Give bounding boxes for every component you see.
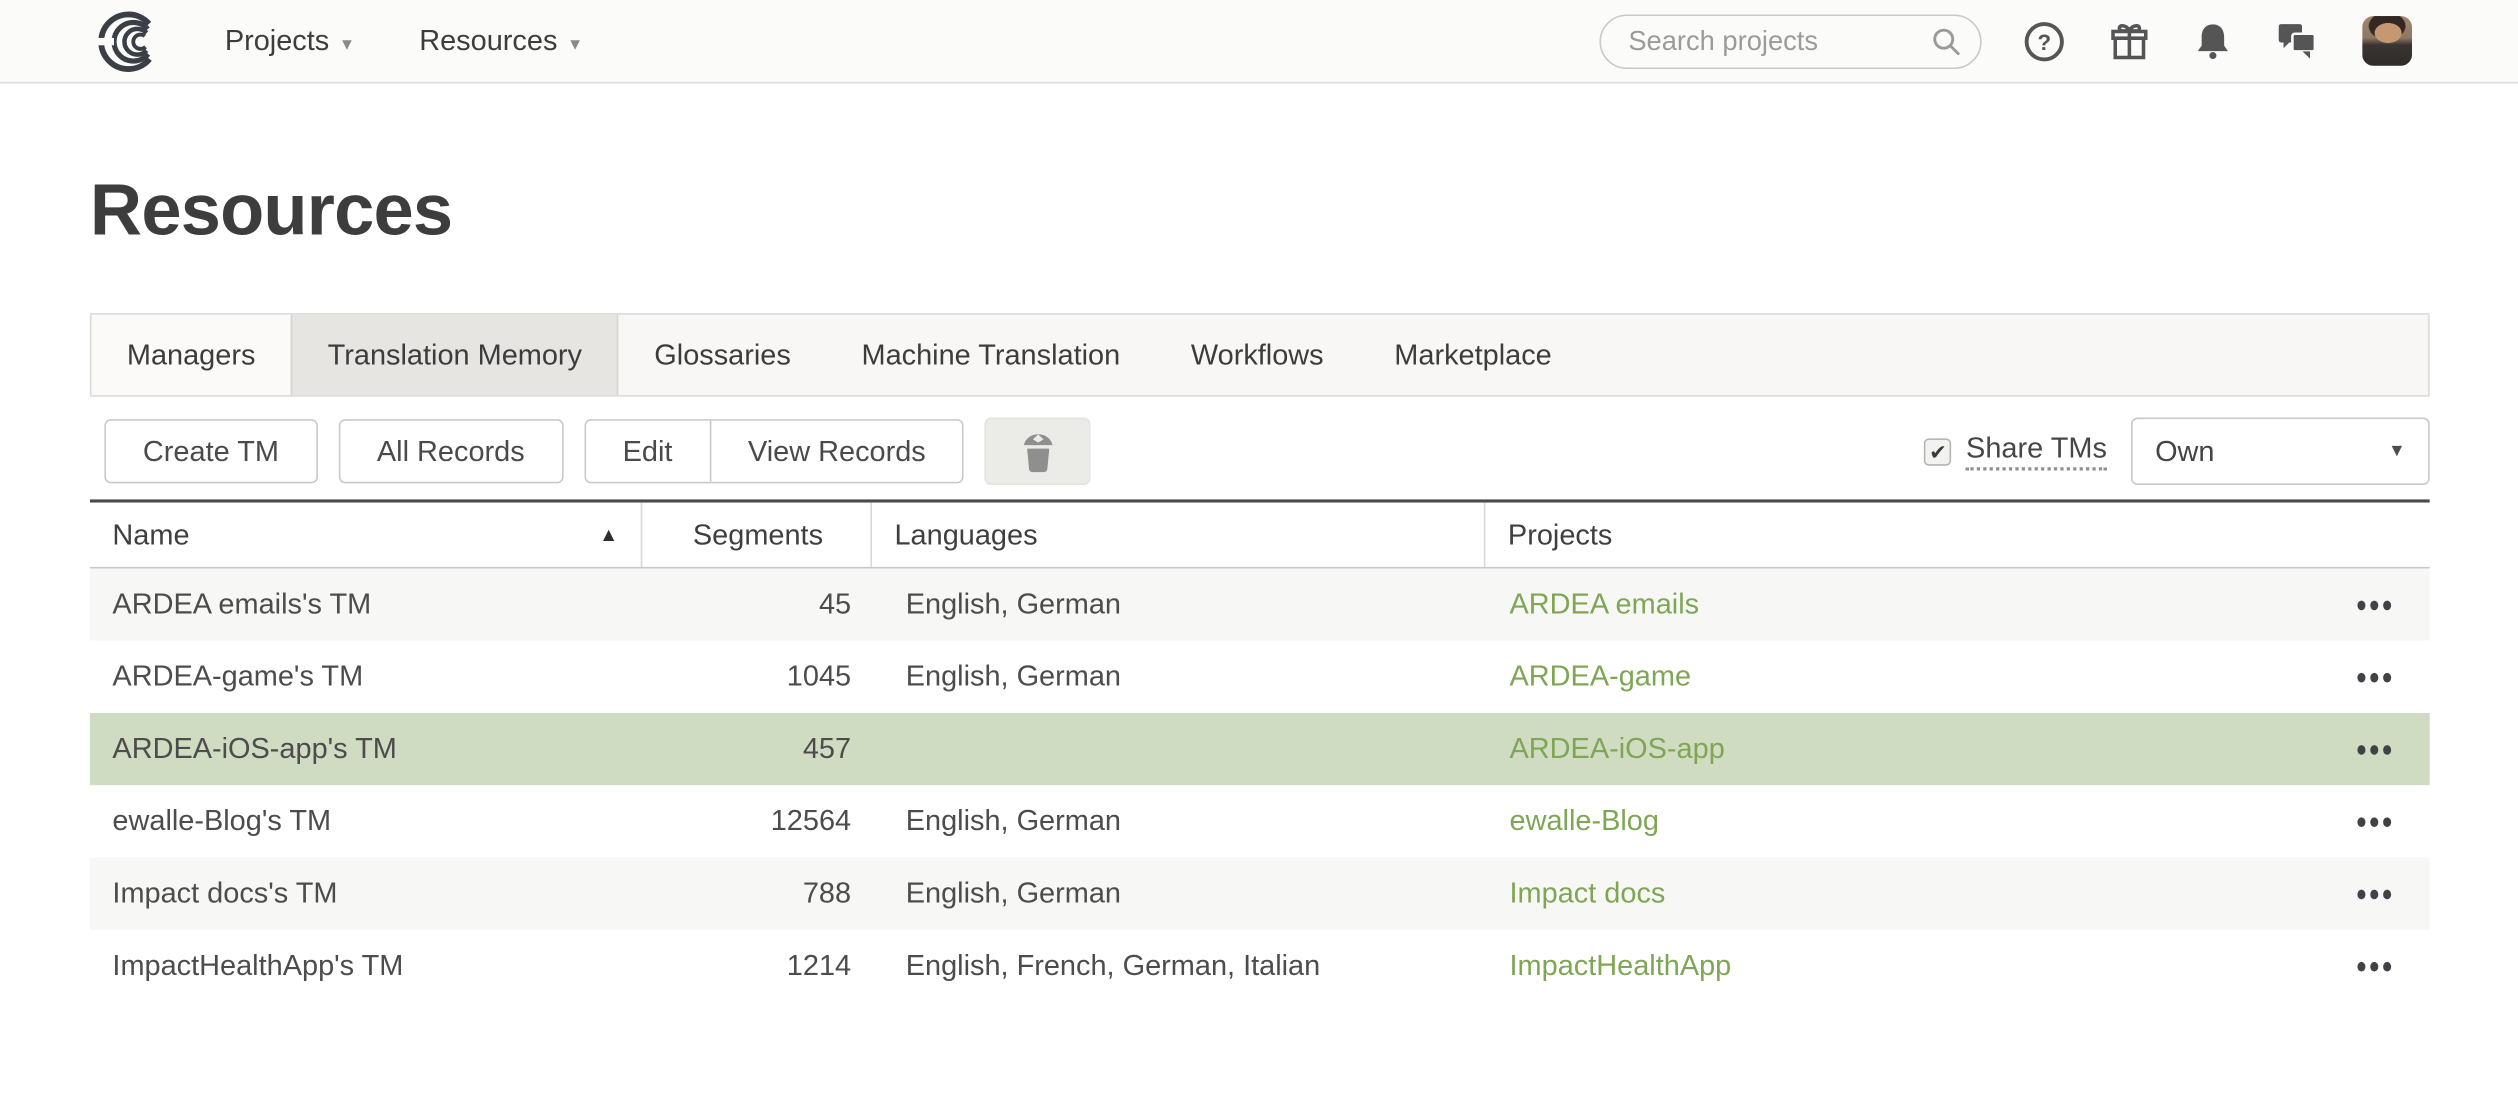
share-tms-checkbox[interactable]: [1924, 438, 1951, 465]
table-header: Name ▲ Segments Languages Projects: [90, 503, 2430, 569]
page-title: Resources: [90, 167, 2430, 252]
project-link[interactable]: ImpactHealthApp: [1510, 949, 1732, 983]
column-header-languages[interactable]: Languages: [870, 503, 1483, 567]
all-records-button[interactable]: All Records: [338, 419, 563, 483]
nav-menu-projects-label: Projects: [225, 24, 329, 58]
tm-toolbar: Create TM All Records Edit View Records …: [90, 418, 2430, 485]
project-link[interactable]: ARDEA-iOS-app: [1510, 732, 1725, 766]
tm-table: Name ▲ Segments Languages Projects ARDEA…: [90, 500, 2430, 1003]
toolbar-right: Share TMs Own ▼: [1924, 418, 2429, 485]
row-actions-button[interactable]: [2357, 735, 2391, 764]
column-header-projects[interactable]: Projects: [1484, 503, 2430, 567]
tm-segments: 1045: [641, 641, 871, 713]
user-avatar[interactable]: [2362, 16, 2412, 66]
nav-menu-projects[interactable]: Projects ▾: [225, 24, 352, 58]
tm-languages: English, German: [870, 569, 1483, 641]
tab-translation-memory[interactable]: Translation Memory: [291, 315, 619, 395]
top-nav: Projects ▾ Resources ▾ ?: [0, 0, 2518, 84]
edit-button[interactable]: Edit: [586, 421, 710, 482]
nav-menu-resources[interactable]: Resources ▾: [419, 24, 580, 58]
gift-icon[interactable]: [2109, 20, 2151, 62]
page: Projects ▾ Resources ▾ ?: [0, 0, 2518, 1105]
project-link[interactable]: ARDEA emails: [1510, 588, 1700, 622]
chevron-down-icon: ▾: [570, 30, 580, 52]
column-header-segments[interactable]: Segments: [641, 503, 871, 567]
row-actions-button[interactable]: [2357, 952, 2391, 981]
table-row-selected[interactable]: ARDEA-iOS-app's TM 457 ARDEA-iOS-app: [90, 713, 2430, 785]
tm-name: Impact docs's TM: [90, 858, 641, 930]
row-actions-button[interactable]: [2357, 663, 2391, 692]
tm-segments: 788: [641, 858, 871, 930]
project-link[interactable]: ewalle-Blog: [1510, 805, 1659, 839]
tm-languages: English, German: [870, 858, 1483, 930]
tab-marketplace[interactable]: Marketplace: [1359, 315, 1587, 395]
tab-machine-translation[interactable]: Machine Translation: [826, 315, 1155, 395]
column-header-name[interactable]: Name ▲: [90, 503, 641, 567]
search-icon: [1930, 25, 1962, 57]
row-actions-button[interactable]: [2357, 807, 2391, 836]
edit-view-button-group: Edit View Records: [584, 419, 964, 483]
table-row[interactable]: Impact docs's TM 788 English, German Imp…: [90, 858, 2430, 930]
tab-managers[interactable]: Managers: [92, 315, 291, 395]
tm-languages: [870, 713, 1483, 785]
table-row[interactable]: ImpactHealthApp's TM 1214 English, Frenc…: [90, 930, 2430, 1002]
tab-workflows[interactable]: Workflows: [1156, 315, 1359, 395]
messages-icon[interactable]: [2276, 21, 2319, 61]
help-icon[interactable]: ?: [2023, 20, 2065, 62]
chevron-down-icon: ▾: [342, 30, 352, 52]
create-tm-button[interactable]: Create TM: [104, 419, 317, 483]
row-actions-button[interactable]: [2357, 590, 2391, 619]
nav-menu-resources-label: Resources: [419, 24, 557, 58]
tab-glossaries[interactable]: Glossaries: [619, 315, 826, 395]
table-row[interactable]: ewalle-Blog's TM 12564 English, German e…: [90, 785, 2430, 857]
table-body: ARDEA emails's TM 45 English, German ARD…: [90, 569, 2430, 1003]
tm-segments: 1214: [641, 930, 871, 1002]
tm-languages: English, German: [870, 785, 1483, 857]
row-actions-button[interactable]: [2357, 879, 2391, 908]
notifications-bell-icon[interactable]: [2194, 20, 2233, 62]
main-content: Resources Managers Translation Memory Gl…: [0, 167, 2518, 1002]
sort-ascending-icon: ▲: [599, 524, 621, 546]
table-row[interactable]: ARDEA-game's TM 1045 English, German ARD…: [90, 641, 2430, 713]
tm-segments: 45: [641, 569, 871, 641]
resource-tabs: Managers Translation Memory Glossaries M…: [90, 313, 2430, 397]
project-link[interactable]: Impact docs: [1510, 877, 1666, 911]
delete-tm-button[interactable]: [985, 418, 1091, 485]
search-box: [1599, 14, 1981, 69]
app-logo-icon[interactable]: [93, 7, 167, 74]
search-input[interactable]: [1599, 14, 1981, 69]
tm-name: ARDEA emails's TM: [90, 569, 641, 641]
tm-name: ewalle-Blog's TM: [90, 785, 641, 857]
view-records-button[interactable]: View Records: [709, 421, 962, 482]
svg-text:?: ?: [2037, 29, 2051, 54]
project-link[interactable]: ARDEA-game: [1510, 660, 1692, 694]
tm-name: ARDEA-iOS-app's TM: [90, 713, 641, 785]
tm-languages: English, German: [870, 641, 1483, 713]
tm-segments: 12564: [641, 785, 871, 857]
nav-icon-cluster: ?: [2023, 16, 2412, 66]
select-arrow-icon: ▼: [2388, 442, 2405, 461]
tm-scope-select[interactable]: Own ▼: [2131, 418, 2430, 485]
tm-name: ARDEA-game's TM: [90, 641, 641, 713]
tm-languages: English, French, German, Italian: [870, 930, 1483, 1002]
tm-name: ImpactHealthApp's TM: [90, 930, 641, 1002]
tm-segments: 457: [641, 713, 871, 785]
trash-icon: [1020, 430, 1057, 473]
tm-scope-value: Own: [2155, 435, 2214, 469]
share-tms-label[interactable]: Share TMs: [1966, 432, 2107, 471]
table-row[interactable]: ARDEA emails's TM 45 English, German ARD…: [90, 569, 2430, 641]
